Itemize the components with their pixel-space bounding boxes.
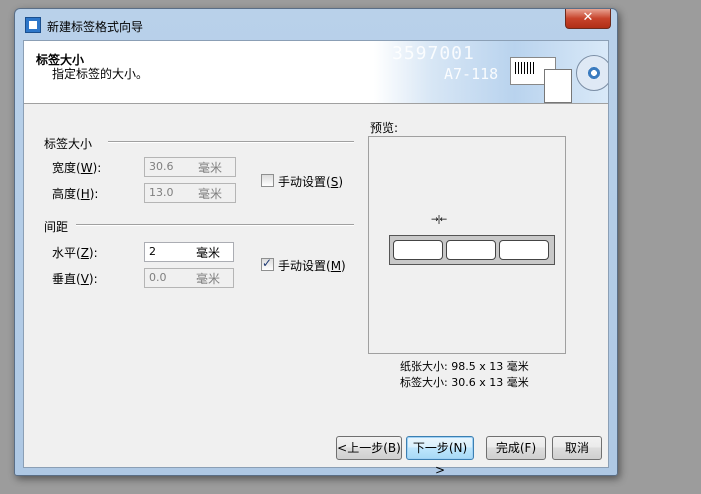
label-size-group-divider xyxy=(108,141,354,143)
preview-title: 预览: xyxy=(370,121,399,135)
preview-label xyxy=(499,240,549,260)
preview-label xyxy=(446,240,496,260)
back-button[interactable]: <上一步(B) xyxy=(336,436,402,460)
app-icon xyxy=(25,17,41,33)
next-button[interactable]: 下一步(N) > xyxy=(406,436,474,477)
close-button[interactable]: ✕ xyxy=(565,9,611,29)
horizontal-spacing-label: 水平(Z): xyxy=(52,246,98,260)
horizontal-spacing-input[interactable]: 2 xyxy=(144,242,234,262)
cd-icon xyxy=(576,55,608,91)
width-unit: 毫米 xyxy=(198,161,223,175)
spacing-group-title: 间距 xyxy=(44,220,69,234)
paper-size-info: 纸张大小: 98.5 x 13 毫米 xyxy=(400,360,529,373)
wizard-window: 新建标签格式向导 ✕ 3597001 A7-118 标签大小 指定标签的大小。 … xyxy=(14,8,618,477)
spacing-manual-checkbox[interactable] xyxy=(261,256,274,271)
vertical-spacing-label: 垂直(V): xyxy=(52,272,98,286)
gap-indicator-icon: →|← xyxy=(431,215,447,225)
banner-digits: 3597001 xyxy=(392,43,475,64)
height-unit: 毫米 xyxy=(198,187,223,201)
wizard-header: 3597001 A7-118 标签大小 指定标签的大小。 xyxy=(24,41,608,103)
preview-panel: →|← xyxy=(368,136,566,354)
page-subtitle: 指定标签的大小。 xyxy=(52,67,149,81)
wizard-client-area: 3597001 A7-118 标签大小 指定标签的大小。 标签大小 宽度(W):… xyxy=(23,40,609,477)
preview-label xyxy=(393,240,443,260)
spacing-group-divider xyxy=(76,224,354,226)
horizontal-spacing-unit: 毫米 xyxy=(196,246,221,260)
window-title: 新建标签格式向导 xyxy=(47,20,144,34)
vertical-spacing-unit: 毫米 xyxy=(196,272,221,286)
paper-strip xyxy=(389,235,555,265)
vertical-spacing-input[interactable]: 0.0 xyxy=(144,268,234,288)
width-input[interactable]: 30.6 xyxy=(144,157,236,177)
banner-code: A7-118 xyxy=(444,65,499,83)
height-input[interactable]: 13.0 xyxy=(144,183,236,203)
height-label: 高度(H): xyxy=(52,187,99,201)
label-size-manual-checkbox[interactable] xyxy=(261,174,274,187)
spacing-manual-label[interactable]: 手动设置(M) xyxy=(278,257,346,274)
label-size-info: 标签大小: 30.6 x 13 毫米 xyxy=(400,376,529,389)
header-divider xyxy=(24,103,608,104)
finish-button[interactable]: 完成(F) xyxy=(486,436,546,460)
width-label: 宽度(W): xyxy=(52,161,102,175)
title-bar[interactable]: 新建标签格式向导 ✕ xyxy=(15,9,617,41)
label-size-group-title: 标签大小 xyxy=(44,137,93,151)
label-size-manual-label[interactable]: 手动设置(S) xyxy=(278,173,343,190)
cancel-button[interactable]: 取消 xyxy=(552,436,602,460)
label-sheet-icon xyxy=(544,69,572,103)
